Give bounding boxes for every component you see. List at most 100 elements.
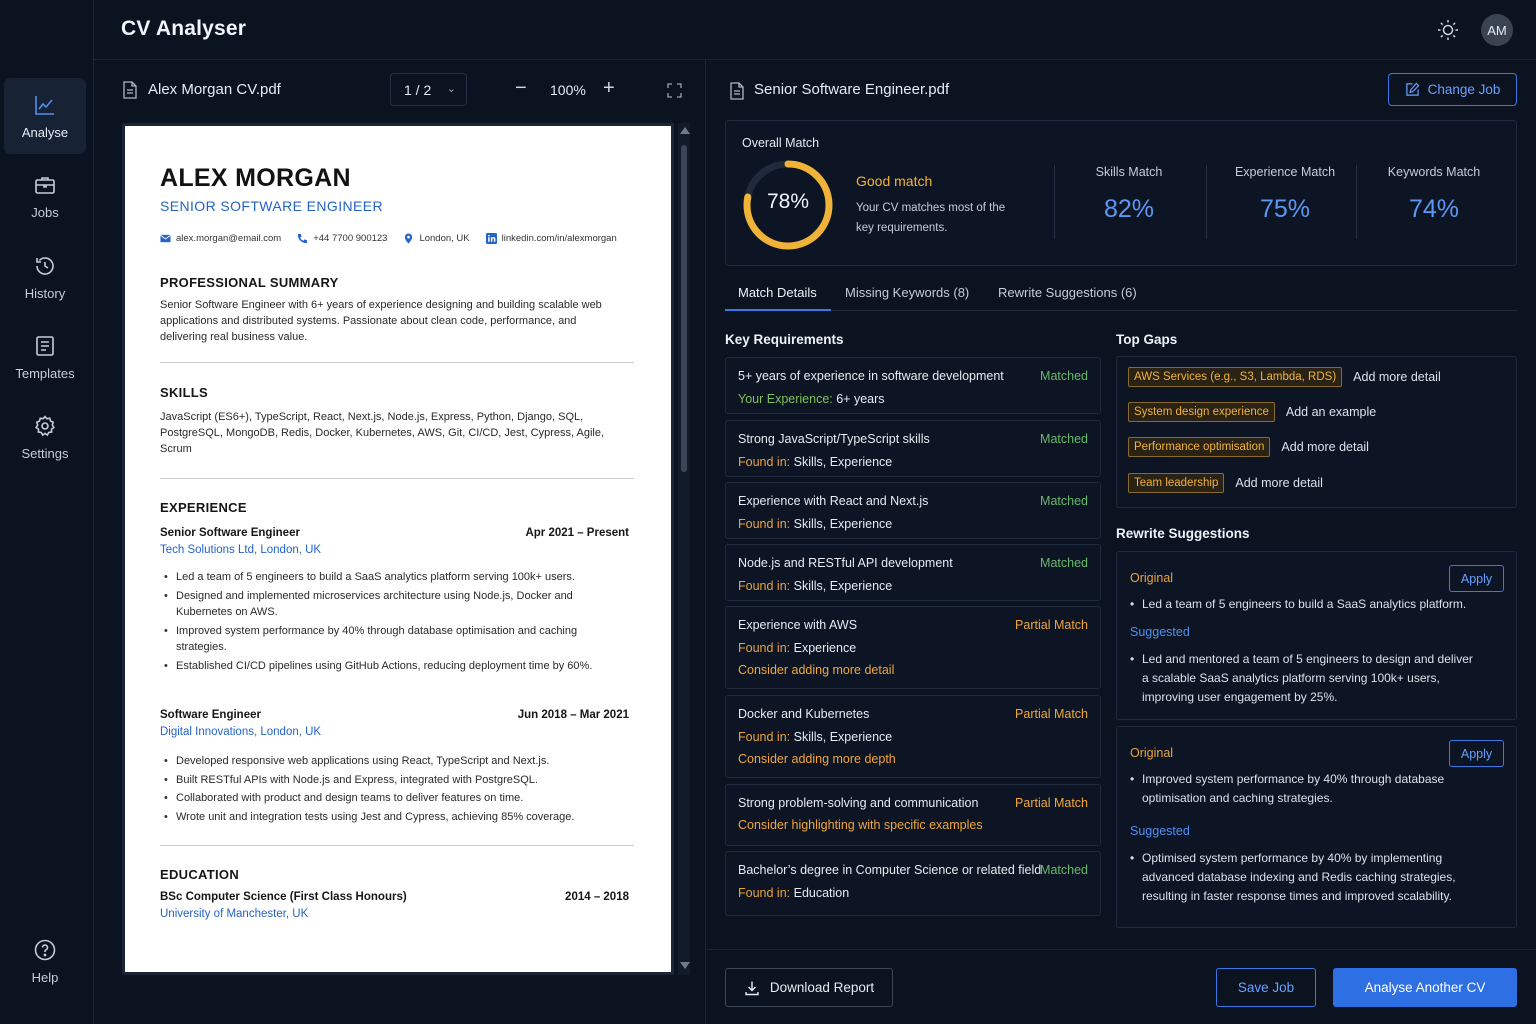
gap-item[interactable]: Performance optimisation Add more detail xyxy=(1128,437,1369,457)
list-item: Led a team of 5 engineers to build a Saa… xyxy=(164,569,621,586)
skills-match-stat: Skills Match 82% xyxy=(1095,165,1163,223)
job-dates: Jun 2018 – Mar 2021 xyxy=(517,709,629,721)
summary-text: Senior Software Engineer with 6+ years o… xyxy=(160,299,602,343)
gap-item[interactable]: Team leadership Add more detail xyxy=(1128,473,1323,493)
keywords-match-stat: Keywords Match 74% xyxy=(1387,165,1481,223)
contact-phone: +44 7700 900123 xyxy=(297,233,387,244)
page-indicator: 1 / 2 xyxy=(404,82,432,98)
file-icon xyxy=(123,81,137,99)
download-report-button[interactable]: Download Report xyxy=(725,968,893,1007)
cv-role: SENIOR SOFTWARE ENGINEER xyxy=(160,198,383,214)
cv-file-name: Alex Morgan CV.pdf xyxy=(148,81,281,98)
tab-match-details[interactable]: Match Details xyxy=(738,285,817,300)
job-dates: Apr 2021 – Present xyxy=(525,527,629,539)
sun-icon[interactable] xyxy=(1436,18,1460,42)
sidebar-item-jobs[interactable]: Jobs xyxy=(4,158,86,234)
sidebar: Analyse Jobs History Templates Settings … xyxy=(0,0,94,1024)
gap-tag: Performance optimisation xyxy=(1128,437,1271,457)
suggested-label: Suggested xyxy=(1130,824,1190,838)
analysis-panel: Senior Software Engineer.pdf Change Job … xyxy=(707,60,1536,1024)
requirement-card[interactable]: Strong JavaScript/TypeScript skills Matc… xyxy=(725,420,1101,477)
contact-location: London, UK xyxy=(403,233,470,244)
gap-item[interactable]: System design experience Add an example xyxy=(1128,402,1376,422)
education-school: University of Manchester, UK xyxy=(160,908,309,920)
rewrite-card: Original Apply Improved system performan… xyxy=(1116,726,1517,928)
save-job-button[interactable]: Save Job xyxy=(1216,968,1316,1007)
tab-missing-keywords[interactable]: Missing Keywords (8) xyxy=(845,285,969,300)
education-degree: BSc Computer Science (First Class Honour… xyxy=(160,891,407,903)
requirement-card[interactable]: Node.js and RESTful API development Matc… xyxy=(725,544,1101,601)
experience-heading: EXPERIENCE xyxy=(160,500,247,515)
chevron-down-icon: ⌄ xyxy=(446,83,456,95)
location-pin-icon xyxy=(405,233,413,244)
file-icon xyxy=(730,82,744,100)
job-file-name: Senior Software Engineer.pdf xyxy=(754,81,950,98)
analyse-another-cv-button[interactable]: Analyse Another CV xyxy=(1333,968,1517,1007)
divider xyxy=(160,845,634,846)
requirement-card[interactable]: Docker and Kubernetes Partial Match Foun… xyxy=(725,695,1101,778)
cv-viewer: Alex Morgan CV.pdf 1 / 2 ⌄ − 100% + ALEX… xyxy=(94,60,706,1024)
gap-action: Add an example xyxy=(1285,405,1377,419)
gap-action: Add more detail xyxy=(1353,370,1441,384)
fullscreen-icon[interactable] xyxy=(667,83,682,98)
zoom-level: 100% xyxy=(550,82,586,98)
original-text: Improved system performance by 40% throu… xyxy=(1130,770,1482,808)
zoom-in-button[interactable]: + xyxy=(603,78,615,98)
top-gaps-title: Top Gaps xyxy=(1116,332,1178,347)
change-job-button[interactable]: Change Job xyxy=(1388,73,1517,106)
divider xyxy=(160,478,634,479)
status-badge: Partial Match xyxy=(1015,796,1088,810)
scroll-thumb[interactable] xyxy=(681,145,687,472)
gap-action: Add more detail xyxy=(1281,440,1369,454)
gap-tag: System design experience xyxy=(1128,402,1275,422)
skills-heading: SKILLS xyxy=(160,385,209,400)
match-summary-card: Overall Match 78% Good match Your CV mat… xyxy=(725,120,1517,266)
requirement-note: Consider adding more depth xyxy=(738,752,896,766)
tab-rewrite-suggestions[interactable]: Rewrite Suggestions (6) xyxy=(998,285,1137,300)
skills-text: JavaScript (ES6+), TypeScript, React, Ne… xyxy=(160,411,605,455)
help-circle-icon xyxy=(34,939,56,960)
sidebar-item-label: Templates xyxy=(15,365,75,381)
zoom-out-button[interactable]: − xyxy=(515,78,529,98)
apply-button[interactable]: Apply xyxy=(1449,565,1504,592)
page-select[interactable]: 1 / 2 ⌄ xyxy=(390,73,467,106)
contact-email: alex.morgan@email.com xyxy=(160,233,281,244)
briefcase-icon xyxy=(35,176,55,194)
cv-page: ALEX MORGAN SENIOR SOFTWARE ENGINEER ale… xyxy=(122,123,674,975)
job-title: Software Engineer xyxy=(160,709,261,721)
rewrite-suggestions-title: Rewrite Suggestions xyxy=(1116,526,1250,541)
divider xyxy=(1206,165,1207,239)
requirement-card[interactable]: Bachelor’s degree in Computer Science or… xyxy=(725,851,1101,916)
avatar[interactable]: AM xyxy=(1481,14,1513,46)
gap-item[interactable]: AWS Services (e.g., S3, Lambda, RDS) Add… xyxy=(1128,367,1441,387)
scroll-down-arrow[interactable] xyxy=(680,962,690,969)
summary-heading: PROFESSIONAL SUMMARY xyxy=(160,275,339,290)
requirement-card[interactable]: Strong problem-solving and communication… xyxy=(725,784,1101,846)
sidebar-item-templates[interactable]: Templates xyxy=(4,319,86,395)
status-badge: Partial Match xyxy=(1015,707,1088,721)
overall-match-value: 78% xyxy=(766,190,810,213)
requirement-card[interactable]: Experience with AWS Partial Match Found … xyxy=(725,606,1101,689)
document-area: ALEX MORGAN SENIOR SOFTWARE ENGINEER ale… xyxy=(122,123,690,978)
sidebar-item-analyse[interactable]: Analyse xyxy=(4,78,86,154)
scrollbar[interactable] xyxy=(678,123,690,975)
requirement-card[interactable]: Experience with React and Next.js Matche… xyxy=(725,482,1101,539)
document-list-icon xyxy=(36,335,54,356)
apply-button[interactable]: Apply xyxy=(1449,740,1504,767)
requirement-card[interactable]: 5+ years of experience in software devel… xyxy=(725,357,1101,414)
list-item: Developed responsive web applications us… xyxy=(164,753,621,770)
app-title: CV Analyser xyxy=(121,17,247,40)
job-bullets: Led a team of 5 engineers to build a Saa… xyxy=(164,569,621,676)
phone-icon xyxy=(298,233,308,244)
gear-icon xyxy=(35,414,55,436)
key-requirements-title: Key Requirements xyxy=(725,332,844,347)
scroll-up-arrow[interactable] xyxy=(680,127,690,134)
job-title: Senior Software Engineer xyxy=(160,527,300,539)
match-description: Your CV matches most of the key requirem… xyxy=(856,202,1006,234)
sidebar-item-label: Help xyxy=(31,969,59,985)
sidebar-item-history[interactable]: History xyxy=(4,239,86,315)
education-heading: EDUCATION xyxy=(160,867,240,882)
status-badge: Matched xyxy=(1040,863,1088,877)
sidebar-item-settings[interactable]: Settings xyxy=(4,399,86,475)
sidebar-item-help[interactable]: Help xyxy=(4,923,86,999)
